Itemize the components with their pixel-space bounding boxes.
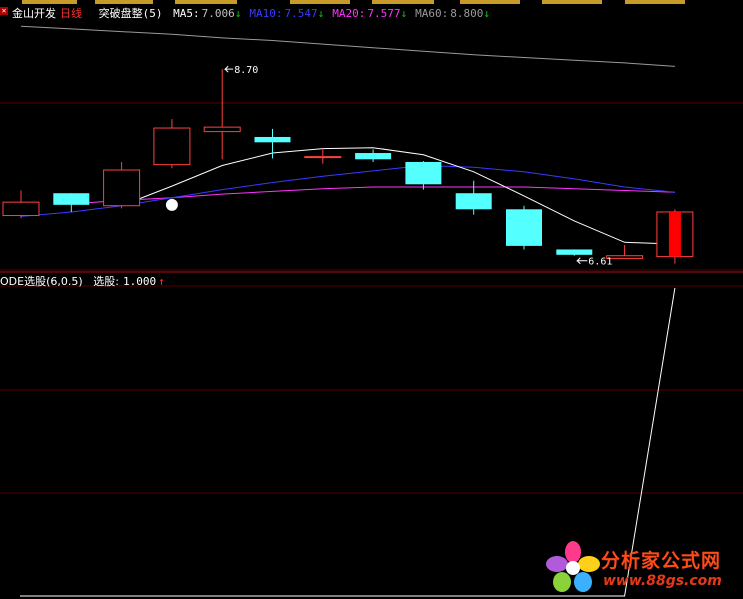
watermark: 分析家公式网 www.88gs.com bbox=[545, 540, 741, 596]
candle-body bbox=[2, 201, 40, 217]
down-arrow-icon: ↓ bbox=[483, 7, 490, 20]
stock-name: 金山开发 bbox=[12, 7, 56, 20]
ma5-line bbox=[121, 147, 675, 245]
candle bbox=[405, 161, 442, 190]
candle bbox=[203, 69, 241, 160]
candle-body bbox=[53, 193, 90, 205]
grid-lines bbox=[0, 102, 743, 494]
candle-body bbox=[254, 136, 291, 143]
candlestick-series bbox=[2, 69, 694, 264]
ma-value: 8.800 bbox=[450, 7, 484, 20]
ma-label: MA10: bbox=[249, 7, 283, 20]
moving-average-lines bbox=[20, 25, 675, 245]
watermark-title: 分析家公式网 bbox=[601, 550, 722, 572]
formula-name[interactable]: ODE选股(6,0.5) bbox=[0, 275, 83, 288]
signal-value: 1.000 bbox=[123, 275, 157, 288]
candle bbox=[254, 128, 291, 159]
ma-legend: MA5: 7.006↓ MA10: 7.547↓ MA20: 7.577↓ MA60: 8.8… bbox=[173, 7, 498, 20]
candle bbox=[556, 249, 593, 256]
ma-label: MA60: bbox=[415, 7, 449, 20]
low-arrow-icon bbox=[576, 257, 588, 265]
ma-legend-item: MA10: 7.547↓ bbox=[249, 7, 328, 20]
signal-label: 选股: bbox=[93, 275, 119, 288]
ma-value: 7.006 bbox=[201, 7, 235, 20]
ma-value: 7.577 bbox=[367, 7, 401, 20]
candle-body bbox=[506, 209, 542, 246]
candle-body bbox=[455, 193, 492, 210]
candle bbox=[103, 161, 141, 209]
high-price-label: 8.70 bbox=[234, 65, 258, 76]
up-arrow-icon: ↑ bbox=[158, 275, 165, 288]
indicator-name[interactable]: 突破盘整 bbox=[99, 7, 143, 20]
signal-fill bbox=[668, 211, 681, 257]
kline-chart: 8.70 6.61 bbox=[0, 25, 743, 597]
candle bbox=[153, 119, 191, 169]
down-arrow-icon: ↓ bbox=[317, 7, 325, 20]
period-label[interactable]: 日线 bbox=[60, 7, 82, 20]
candle bbox=[53, 193, 90, 212]
candle-body bbox=[203, 126, 241, 133]
candle bbox=[355, 149, 392, 162]
smiley-icon bbox=[165, 198, 178, 211]
candle-body bbox=[103, 169, 141, 207]
candle bbox=[455, 180, 492, 215]
candle bbox=[2, 190, 40, 219]
ma-value: 7.547 bbox=[284, 7, 318, 20]
candle-body bbox=[355, 153, 392, 160]
watermark-url: www.88gs.com bbox=[603, 573, 722, 589]
candle-body bbox=[405, 161, 442, 185]
candle bbox=[304, 148, 342, 164]
high-arrow-icon bbox=[223, 65, 234, 73]
down-arrow-icon: ↓ bbox=[400, 7, 408, 20]
ma-label: MA5: bbox=[173, 7, 200, 20]
ma-legend-item: MA60: 8.800↓ bbox=[415, 7, 494, 20]
ma-label: MA20: bbox=[332, 7, 366, 20]
candle-body bbox=[304, 156, 342, 159]
ma-legend-item: MA5: 7.006↓ bbox=[173, 7, 245, 20]
candle-body bbox=[556, 249, 593, 255]
candle bbox=[506, 205, 542, 250]
candle-body bbox=[153, 127, 191, 166]
ma-legend-item: MA20: 7.577↓ bbox=[332, 7, 411, 20]
flower-logo-icon bbox=[546, 541, 600, 592]
sub-header: ODE选股(6,0.5) 选股: 1.000 ↑ bbox=[0, 275, 169, 289]
down-arrow-icon: ↓ bbox=[234, 7, 242, 20]
ma60-line bbox=[20, 25, 675, 67]
main-header: 金山开发 日线 突破盘整(5) MA5: 7.006↓ MA10: 7.547↓ MA20… bbox=[12, 7, 502, 21]
low-price-label: 6.61 bbox=[588, 257, 612, 268]
indicator-param: (5) bbox=[142, 7, 163, 20]
